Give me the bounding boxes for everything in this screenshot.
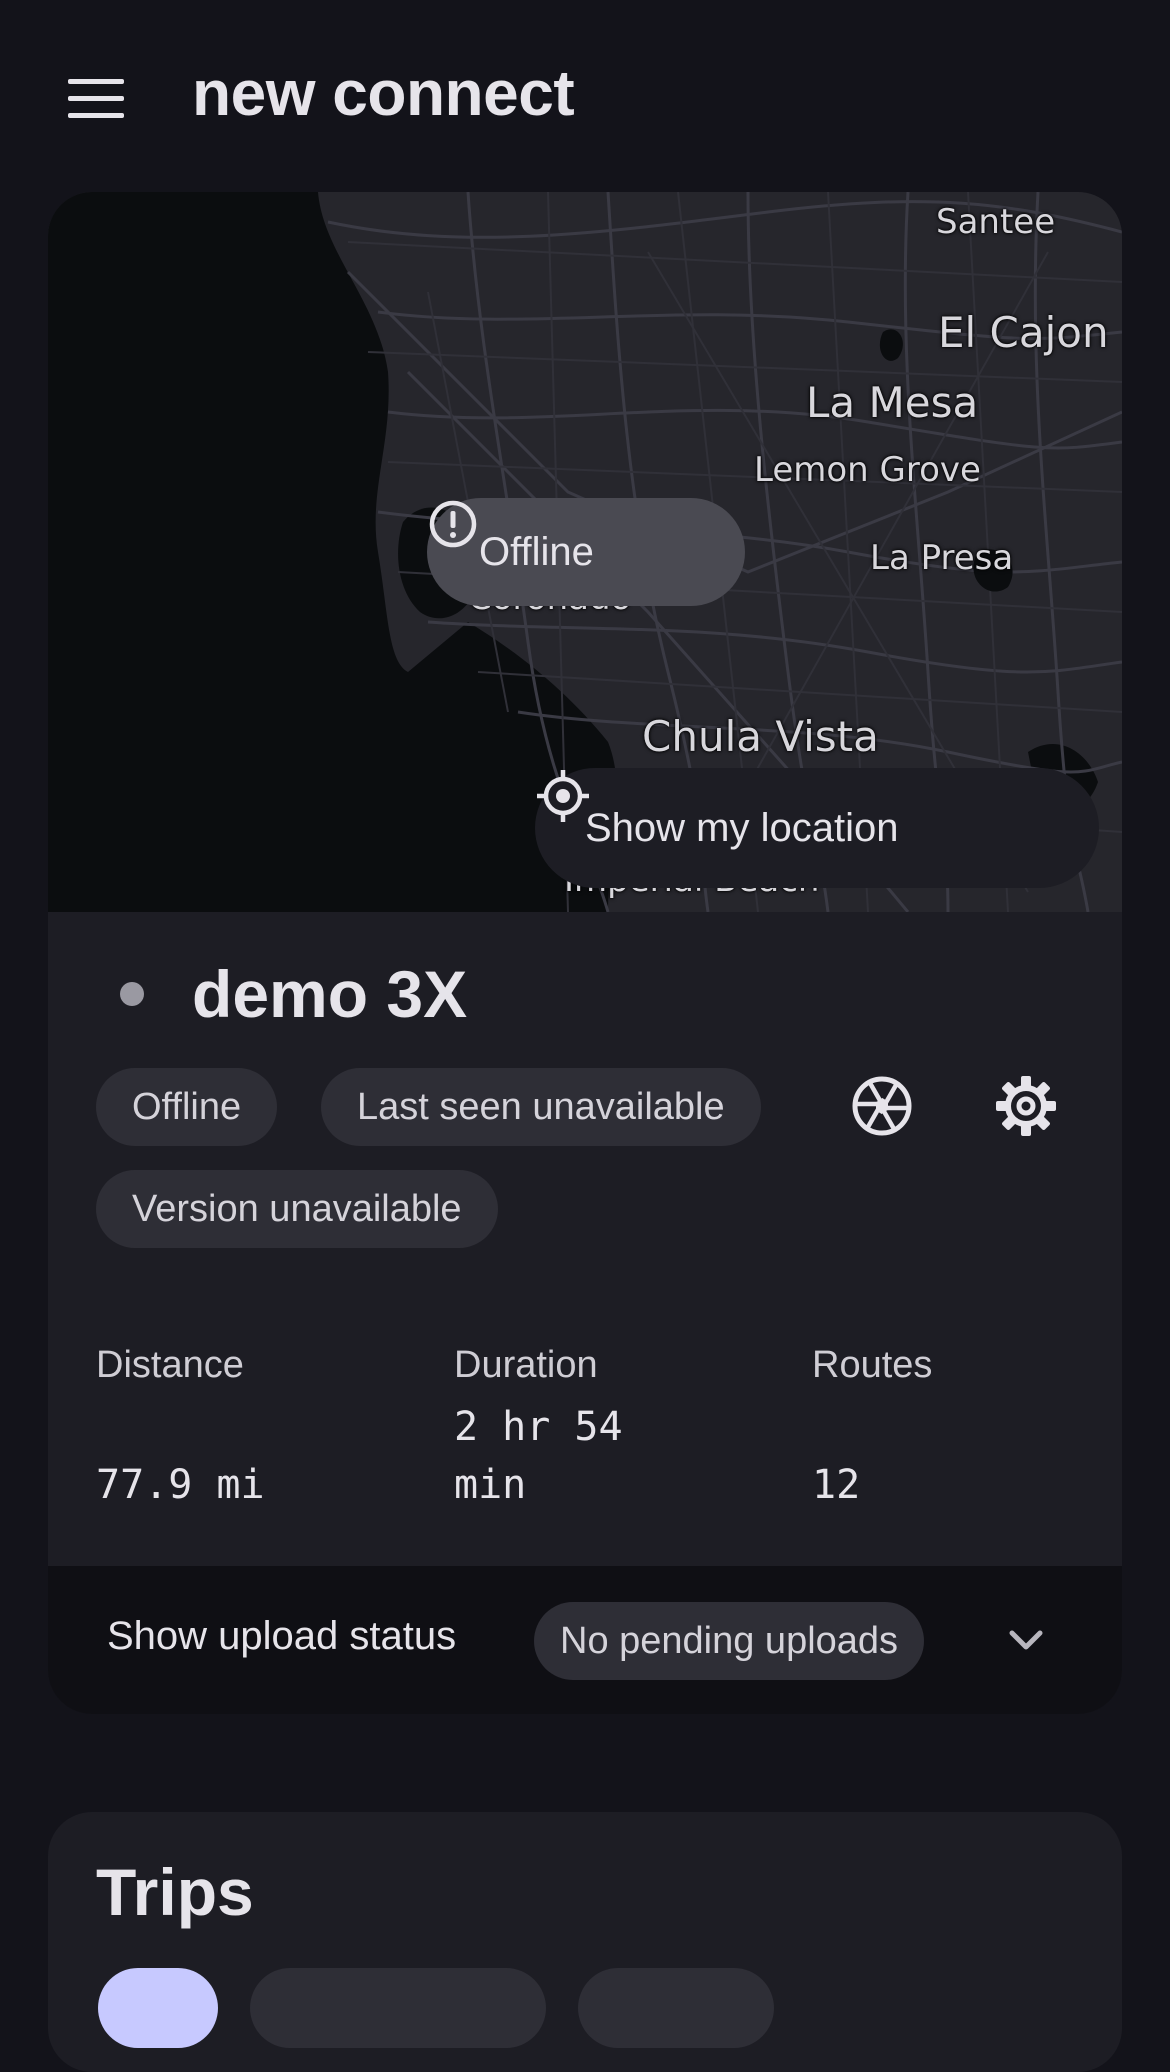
upload-status-chip: No pending uploads xyxy=(534,1602,925,1680)
stat-value: 12 xyxy=(812,1462,861,1508)
stat-label: Distance xyxy=(96,1344,244,1386)
upload-status-toggle[interactable]: Show upload status No pending uploads xyxy=(48,1566,1122,1714)
camera-aperture-icon xyxy=(852,1076,912,1136)
map-label-lemon-grove: Lemon Grove xyxy=(754,450,981,490)
map-label-santee: Santee xyxy=(936,202,1056,242)
map-label-chula-vista: Chula Vista xyxy=(642,712,879,761)
map-label-la-presa: La Presa xyxy=(870,538,1014,578)
map-label-el-cajon: El Cajon xyxy=(938,308,1109,357)
map-label-la-mesa: La Mesa xyxy=(806,378,979,427)
crosshair-icon xyxy=(537,770,589,822)
stat-value: 2 hr 54 min xyxy=(454,1404,623,1508)
map-offline-badge: Offline xyxy=(427,498,745,606)
menu-icon[interactable] xyxy=(56,62,136,134)
map[interactable]: Santee El Cajon La Mesa Lemon Grove La P… xyxy=(48,192,1122,912)
show-my-location-button[interactable]: Show my location xyxy=(535,768,1099,888)
version-chip: Version unavailable xyxy=(96,1170,498,1248)
map-offline-label: Offline xyxy=(479,529,594,574)
app-bar: new connect xyxy=(0,0,1170,192)
device-card: Santee El Cajon La Mesa Lemon Grove La P… xyxy=(48,192,1122,1714)
trips-card: Trips xyxy=(48,1812,1122,2072)
snapshot-button[interactable] xyxy=(842,1066,922,1146)
settings-button[interactable] xyxy=(986,1066,1066,1146)
upload-status-label: Show upload status xyxy=(107,1614,457,1658)
device-name: demo 3X xyxy=(192,957,468,1031)
trips-filter-chip-active[interactable] xyxy=(98,1968,218,2048)
status-dot xyxy=(120,982,144,1006)
app-title: new connect xyxy=(192,57,575,129)
trips-title: Trips xyxy=(96,1855,254,1929)
last-seen-chip: Last seen unavailable xyxy=(321,1068,761,1146)
stat-label: Duration xyxy=(454,1344,598,1386)
alert-circle-icon xyxy=(429,500,477,548)
show-my-location-label: Show my location xyxy=(585,805,899,850)
stat-value: 77.9 mi xyxy=(96,1462,265,1508)
gear-icon xyxy=(996,1076,1056,1136)
trips-filter-chip[interactable] xyxy=(578,1968,774,2048)
stat-label: Routes xyxy=(812,1344,933,1386)
chevron-down-icon[interactable] xyxy=(1002,1616,1050,1664)
status-chip: Offline xyxy=(96,1068,278,1146)
trips-filter-chip[interactable] xyxy=(250,1968,546,2048)
